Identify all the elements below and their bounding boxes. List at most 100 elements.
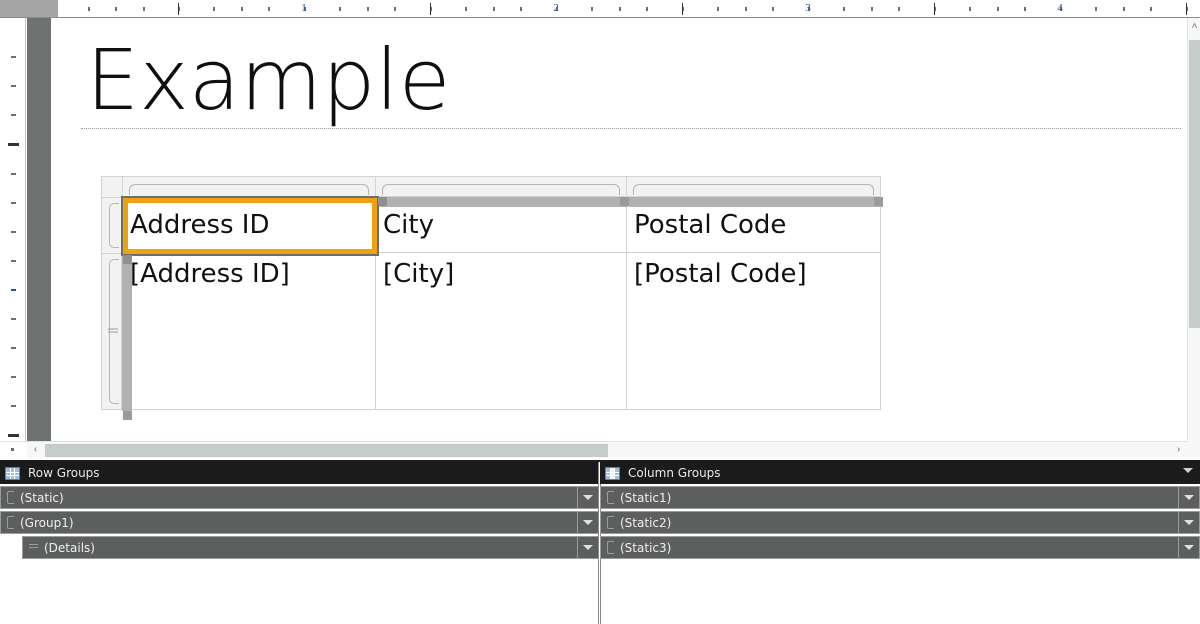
group-dropdown-button[interactable] <box>577 487 598 508</box>
scrollbar-corner <box>1187 441 1200 458</box>
tablix-cell[interactable]: [City] <box>376 253 627 410</box>
column-groups-pane: Column Groups (Static1)(Static2) (Static3… <box>600 462 1200 624</box>
ruler-label: 4 <box>1057 1 1063 16</box>
ruler-tick <box>1095 7 1097 11</box>
title-baseline-guide <box>81 128 1181 129</box>
report-body[interactable]: Example Address IDCityPostal Code[Addres… <box>51 18 1187 458</box>
chevron-down-icon[interactable] <box>1183 468 1193 473</box>
ruler-tick-major <box>8 143 19 146</box>
ruler-tick <box>11 173 16 175</box>
ruler-tick-major <box>178 3 179 15</box>
group-dropdown-button[interactable] <box>1178 512 1199 533</box>
ruler-tick <box>11 260 16 262</box>
ruler-tick <box>11 347 16 349</box>
group-dropdown-button[interactable] <box>577 512 598 533</box>
group-dropdown-button[interactable] <box>1178 487 1199 508</box>
group-row[interactable]: (Details) <box>22 536 599 559</box>
horizontal-ruler[interactable]: 1234 <box>0 0 1200 18</box>
scroll-left-icon[interactable]: ‹ <box>29 443 42 457</box>
chevron-down-icon <box>583 495 593 500</box>
tablix-grid[interactable]: Address IDCityPostal Code[Address ID][Ci… <box>122 197 881 410</box>
ruler-tick <box>394 7 396 11</box>
ruler-tick <box>88 7 90 11</box>
tablix-corner-handle[interactable] <box>101 176 122 197</box>
group-row[interactable]: (Group1) <box>0 511 599 534</box>
vertical-scroll-thumb[interactable] <box>1189 40 1200 328</box>
row-groups-list[interactable]: (Static)(Group1) (Details) <box>0 486 599 561</box>
chevron-down-icon <box>583 545 593 550</box>
selection-handle-top-right[interactable] <box>378 197 387 206</box>
ruler-label: 3 <box>805 1 811 16</box>
group-dropdown-button[interactable] <box>1178 537 1199 558</box>
group-label: (Details) <box>44 541 95 555</box>
group-row[interactable]: (Static3) <box>600 536 1200 559</box>
scroll-right-icon[interactable]: › <box>1172 443 1185 457</box>
selection-handle-bottom-left[interactable] <box>123 255 132 264</box>
group-bracket-icon <box>607 516 614 529</box>
ruler-tick <box>11 114 16 116</box>
vertical-ruler[interactable] <box>0 18 26 458</box>
vertical-ruler-end-tick <box>11 448 14 451</box>
ruler-tick <box>898 7 900 11</box>
column-groups-grid-icon <box>605 467 620 480</box>
column-groups-header: Column Groups <box>600 462 1200 484</box>
chevron-down-icon <box>1184 495 1194 500</box>
tablix-row-handle[interactable] <box>101 197 122 253</box>
tablix-cell[interactable]: Address ID <box>122 197 376 253</box>
ruler-tick <box>772 7 774 11</box>
ruler-tick-major <box>430 3 431 15</box>
ruler-tick <box>11 56 16 58</box>
group-bracket-icon <box>7 491 14 504</box>
row-handle-grip-icon[interactable] <box>108 328 118 335</box>
horizontal-scrollbar[interactable]: ‹ › <box>27 441 1187 458</box>
vertical-scrollbar[interactable]: ˄ ˅ <box>1187 18 1200 458</box>
row-groups-grid-icon <box>5 467 20 480</box>
ruler-label: 2 <box>553 1 559 16</box>
chevron-down-icon <box>1184 545 1194 550</box>
ruler-tick <box>493 7 495 11</box>
tablix-detail-row: [Address ID][City][Postal Code] <box>122 253 881 410</box>
report-designer: 1234 Example Address IDCityPostal Code[A… <box>0 0 1200 624</box>
horizontal-scroll-thumb[interactable] <box>45 444 608 457</box>
column-groups-title: Column Groups <box>628 466 721 480</box>
header-ledge-postalcode <box>629 197 883 207</box>
group-label: (Static3) <box>620 541 671 555</box>
tablix-column-handle[interactable] <box>627 176 881 197</box>
detail-row-gutter <box>122 254 132 411</box>
ruler-tick <box>339 7 341 11</box>
group-row[interactable]: (Static1) <box>600 486 1200 509</box>
column-handle-bracket <box>129 184 369 195</box>
ruler-tick-major <box>934 3 935 15</box>
chevron-down-icon <box>1184 520 1194 525</box>
ruler-tick <box>11 231 16 233</box>
header-ledge-nub-city[interactable] <box>620 197 629 206</box>
ruler-tick <box>619 7 621 11</box>
group-row[interactable]: (Static) <box>0 486 599 509</box>
detail-row-gutter-nub[interactable] <box>123 411 132 420</box>
report-title-textbox[interactable]: Example <box>86 30 450 130</box>
ruler-tick-major <box>1186 3 1187 15</box>
tablix-column-handle[interactable] <box>376 176 627 197</box>
tablix-column-handle[interactable] <box>122 176 376 197</box>
column-handle-bracket <box>382 184 620 195</box>
header-ledge-city <box>377 197 628 207</box>
scroll-up-icon[interactable]: ˄ <box>1188 20 1200 34</box>
tablix-cell[interactable]: [Address ID] <box>122 253 376 410</box>
group-dropdown-button[interactable] <box>577 537 598 558</box>
design-surface[interactable]: Example Address IDCityPostal Code[Addres… <box>27 18 1187 458</box>
ruler-tick <box>871 7 873 11</box>
tablix-cell[interactable]: [Postal Code] <box>627 253 881 410</box>
row-handle-bracket <box>109 203 119 248</box>
column-groups-list[interactable]: (Static1)(Static2) (Static3) <box>600 486 1200 561</box>
row-groups-title: Row Groups <box>28 466 100 480</box>
ruler-tick-major <box>682 3 683 15</box>
tablix-column-handles[interactable] <box>122 176 881 197</box>
tablix-row-handles[interactable] <box>101 197 122 410</box>
horizontal-ruler-track <box>58 0 1200 17</box>
header-ledge-nub-postalcode[interactable] <box>874 197 883 206</box>
ruler-tick <box>591 7 593 11</box>
group-row[interactable]: (Static2) <box>600 511 1200 534</box>
ruler-tick <box>997 7 999 11</box>
tablix-row-handle[interactable] <box>101 253 122 410</box>
ruler-tick <box>11 85 16 87</box>
